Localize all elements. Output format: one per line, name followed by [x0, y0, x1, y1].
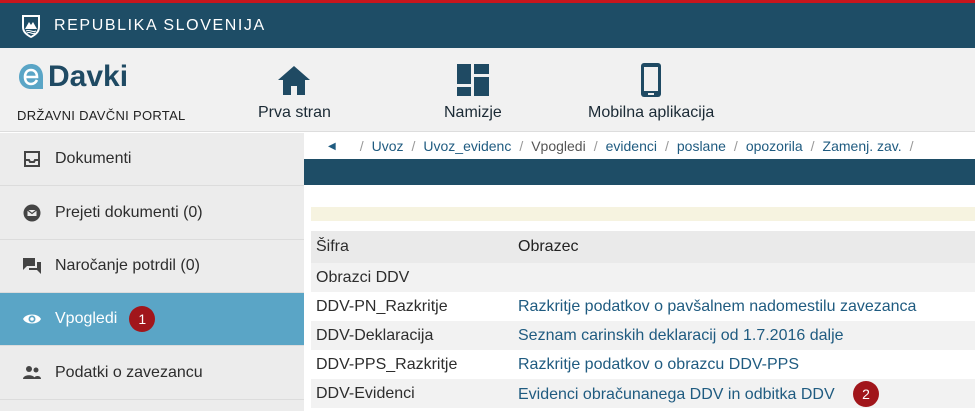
- breadcrumb-separator: /: [593, 138, 598, 154]
- form-link[interactable]: Evidenci obračunanega DDV in odbitka DDV: [518, 386, 835, 403]
- step-badge: 2: [853, 380, 880, 407]
- government-title: REPUBLIKA SLOVENIJA: [54, 16, 266, 34]
- sidebar-item-dokumenti[interactable]: Dokumenti: [0, 133, 304, 186]
- people-icon: [23, 366, 41, 379]
- sidebar-item-vpogledi[interactable]: Vpogledi 1: [0, 293, 304, 346]
- sidebar-item-label: Naročanje potrdil (0): [55, 257, 200, 274]
- breadcrumb-separator: /: [909, 138, 914, 154]
- forms-table: Šifra Obrazec Obrazci DDV DDV-PN_Razkrit…: [311, 231, 975, 408]
- notice-strip: [311, 207, 975, 221]
- mail-icon: [23, 204, 41, 222]
- form-link[interactable]: Razkritje podatkov o obrazcu DDV-PPS: [518, 356, 975, 374]
- sidebar-item-narocanje-potrdil[interactable]: Naročanje potrdil (0): [0, 240, 304, 293]
- column-header-sifra: Šifra: [316, 238, 349, 255]
- logo-text: Davki: [48, 60, 129, 93]
- form-link[interactable]: Razkritje podatkov o pavšalnem nadomesti…: [518, 298, 975, 316]
- step-badge: 1: [129, 306, 156, 332]
- sidebar: Dokumenti Prejeti dokumenti (0) Naročanj…: [0, 133, 304, 411]
- breadcrumb-separator: /: [664, 138, 669, 154]
- breadcrumb-item[interactable]: evidenci: [606, 138, 657, 154]
- form-code: DDV-Evidenci: [316, 384, 415, 402]
- sidebar-item-label: Prejeti dokumenti (0): [55, 204, 203, 221]
- breadcrumb-item[interactable]: opozorila: [746, 138, 803, 154]
- breadcrumb-item[interactable]: poslane: [677, 138, 726, 154]
- nav-home-label: Prva stran: [258, 104, 331, 121]
- table-row: DDV-Evidenci Evidenci obračunanega DDV i…: [311, 379, 975, 408]
- content-title-bar: [304, 159, 975, 185]
- portal-subtitle: DRŽAVNI DAVČNI PORTAL: [17, 108, 186, 123]
- table-row: DDV-Deklaracija Seznam carinskih deklara…: [311, 321, 975, 350]
- nav-home[interactable]: Prva stran: [258, 62, 331, 122]
- slovenia-crest-icon: [22, 14, 40, 38]
- form-code: DDV-Deklaracija: [316, 326, 434, 344]
- breadcrumb-item[interactable]: Uvoz_evidenc: [423, 138, 511, 154]
- mobile-icon: [641, 63, 662, 97]
- chat-icon: [23, 258, 41, 274]
- dashboard-icon: [456, 64, 489, 96]
- breadcrumb-back-icon[interactable]: ◀: [328, 141, 336, 152]
- form-code: DDV-PN_Razkritje: [316, 297, 448, 315]
- form-code: DDV-PPS_Razkritje: [316, 355, 458, 373]
- breadcrumb: ◀ / Uvoz / Uvoz_evidenc / Vpogledi / evi…: [304, 133, 975, 159]
- column-header-obrazec: Obrazec: [518, 238, 579, 255]
- form-link[interactable]: Seznam carinskih deklaracij od 1.7.2016 …: [518, 327, 975, 345]
- site-header: Davki DRŽAVNI DAVČNI PORTAL Prva stran N…: [0, 48, 975, 132]
- form-link-cell: Evidenci obračunanega DDV in odbitka DDV…: [518, 380, 975, 407]
- breadcrumb-item[interactable]: Zamenj. zav.: [823, 138, 902, 154]
- government-bar: REPUBLIKA SLOVENIJA: [0, 3, 975, 48]
- eye-icon: [23, 314, 41, 324]
- sidebar-item-label: Vpogledi: [55, 310, 118, 327]
- breadcrumb-separator: /: [359, 138, 364, 154]
- sidebar-item-podatki-o-zavezancu[interactable]: Podatki o zavezancu: [0, 347, 304, 400]
- table-row: DDV-PN_Razkritje Razkritje podatkov o pa…: [311, 292, 975, 321]
- nav-dashboard[interactable]: Namizje: [444, 62, 502, 122]
- breadcrumb-separator: /: [519, 138, 524, 154]
- table-row: DDV-PPS_Razkritje Razkritje podatkov o o…: [311, 350, 975, 379]
- edavki-logo[interactable]: Davki: [16, 62, 128, 92]
- nav-mobile-label: Mobilna aplikacija: [588, 104, 715, 121]
- sidebar-item-label: Podatki o zavezancu: [55, 364, 203, 381]
- sidebar-item-label: Dokumenti: [55, 150, 132, 167]
- sidebar-item-prejeti-dokumenti[interactable]: Prejeti dokumenti (0): [0, 187, 304, 240]
- nav-mobile-app[interactable]: Mobilna aplikacija: [588, 62, 714, 122]
- breadcrumb-separator: /: [810, 138, 815, 154]
- breadcrumb-item: Vpogledi: [531, 138, 586, 154]
- inbox-icon: [24, 151, 40, 167]
- breadcrumb-item[interactable]: Uvoz: [372, 138, 404, 154]
- breadcrumb-separator: /: [411, 138, 416, 154]
- breadcrumb-separator: /: [733, 138, 738, 154]
- table-group-header: Obrazci DDV: [311, 263, 975, 292]
- home-icon: [278, 66, 311, 95]
- table-header: Šifra Obrazec: [311, 231, 975, 263]
- nav-dashboard-label: Namizje: [444, 104, 502, 121]
- edavki-e-logo-icon: [19, 64, 43, 89]
